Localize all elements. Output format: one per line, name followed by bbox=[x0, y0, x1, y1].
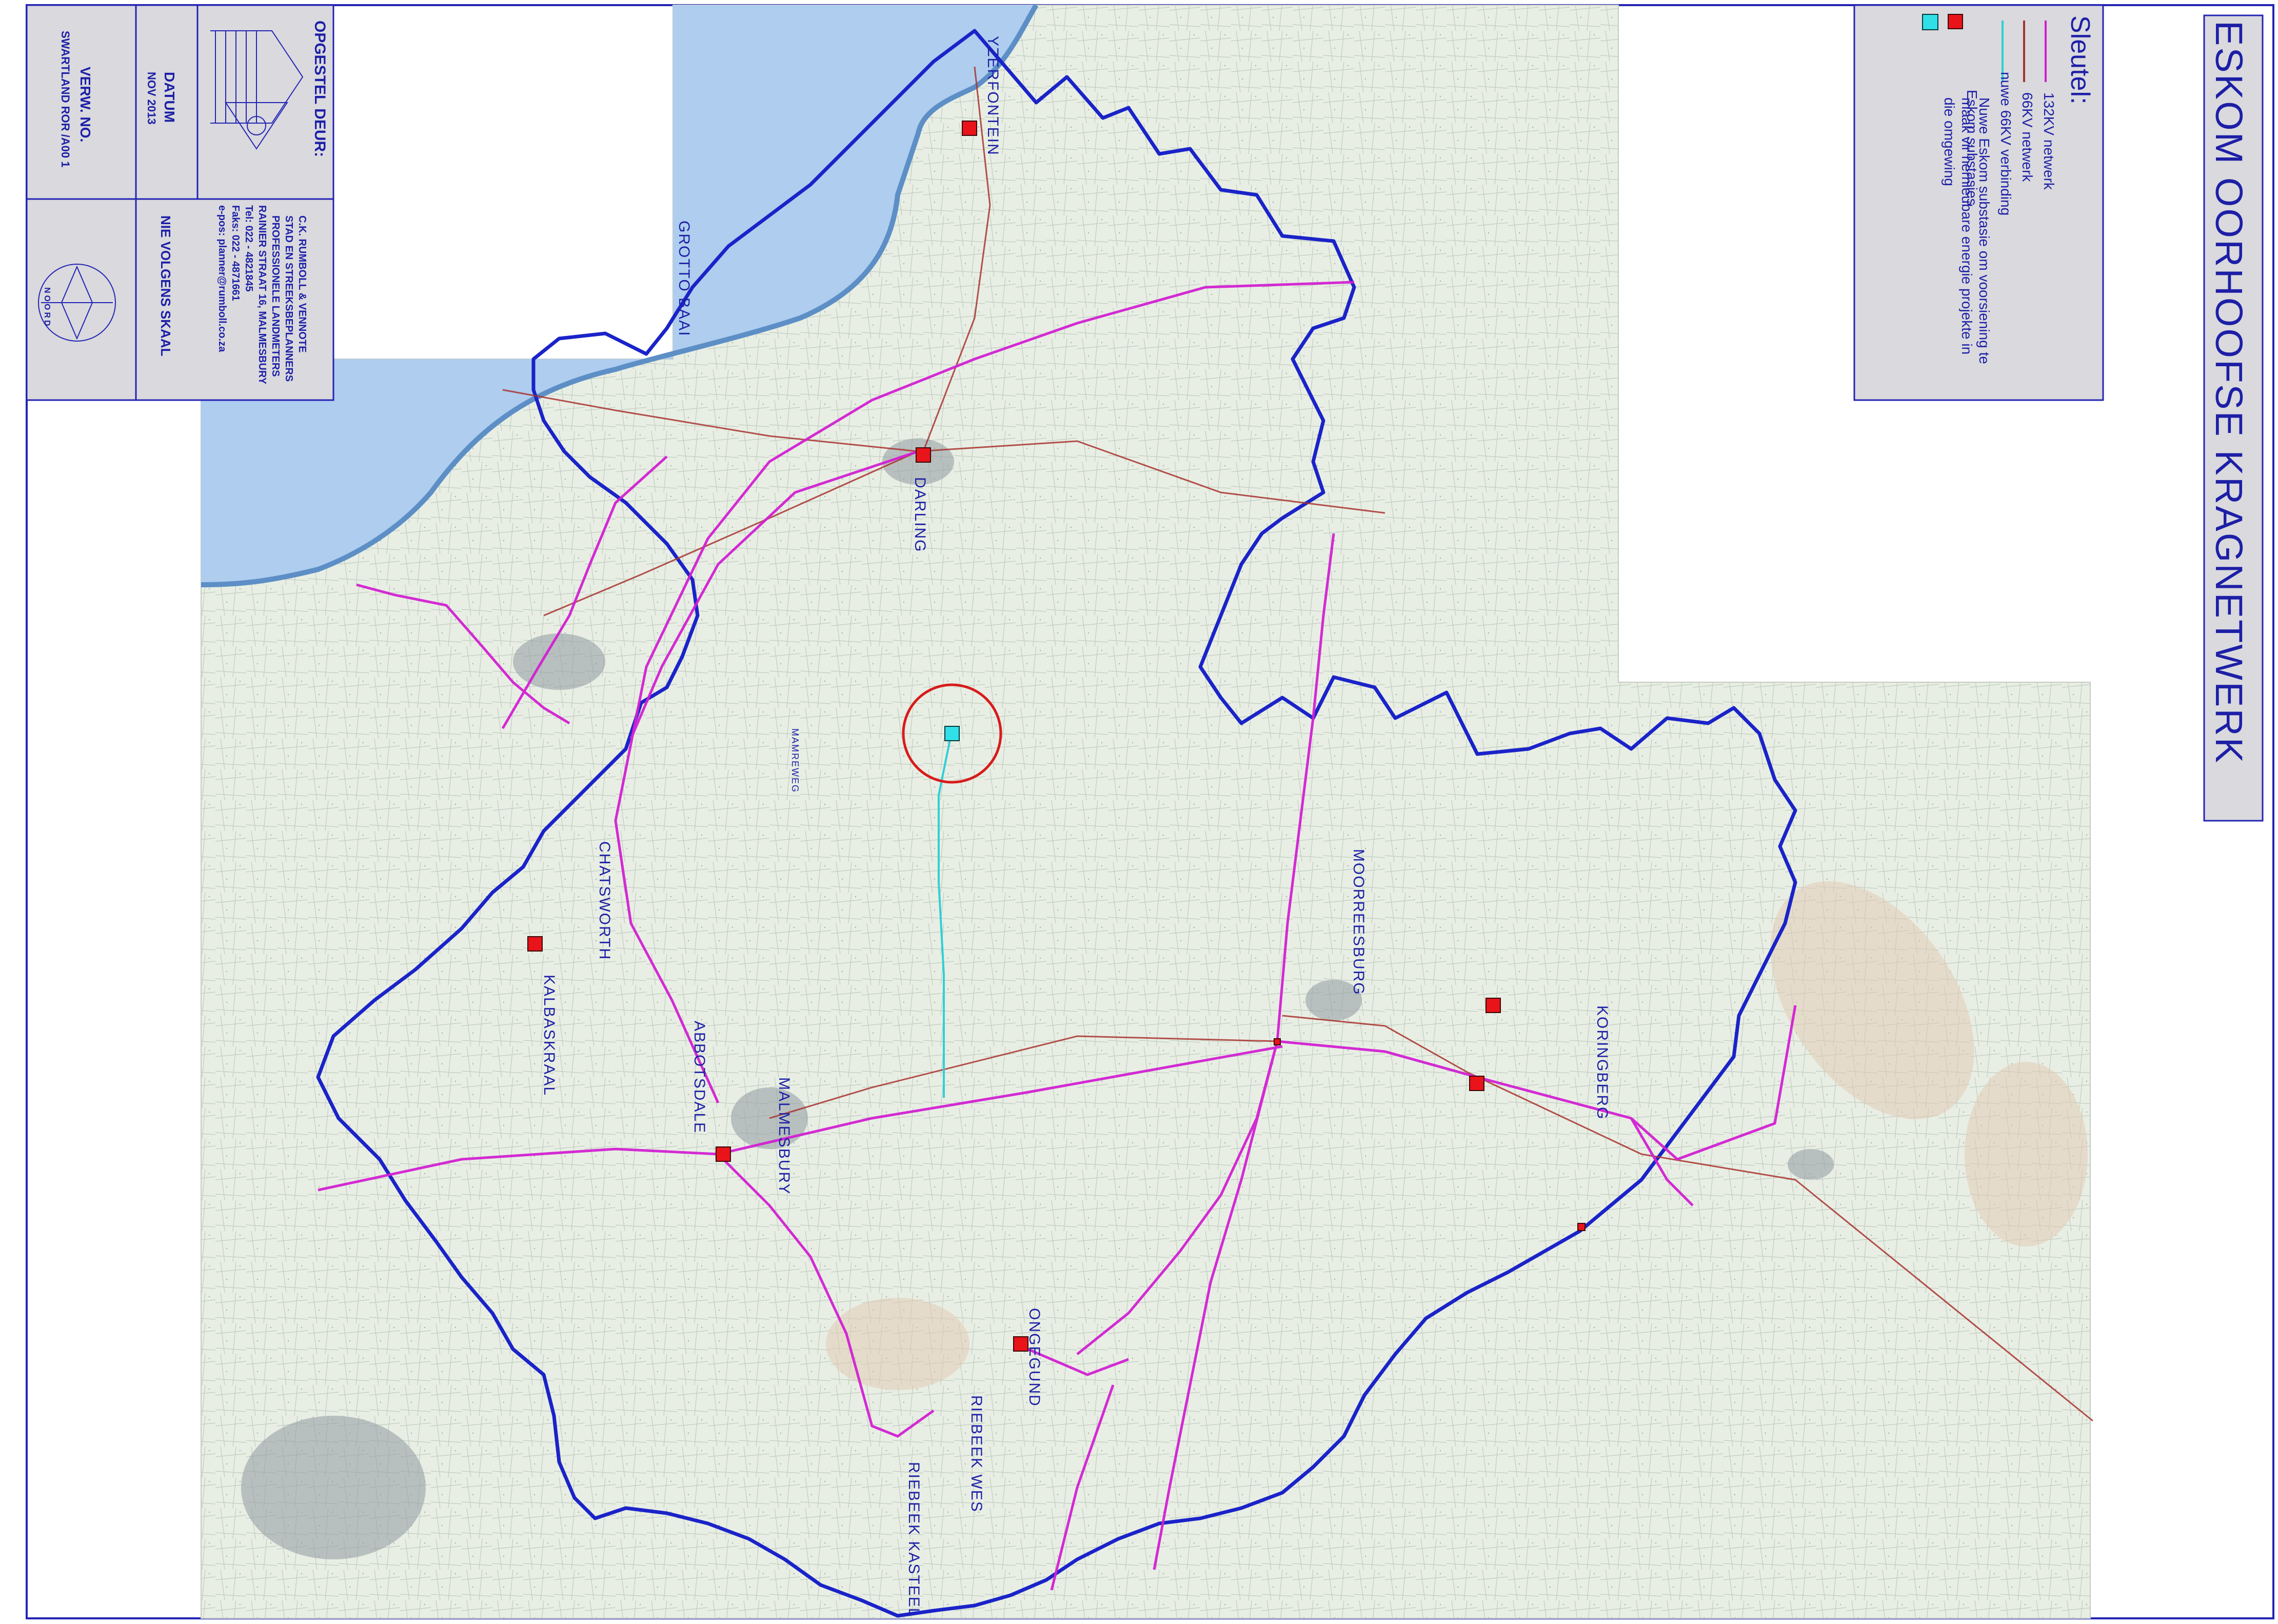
substation-moorreesburg-east[interactable] bbox=[1485, 998, 1501, 1013]
legend-label-132kv: 132KV netwerk bbox=[2041, 92, 2057, 190]
place-riebeek-kasteel: RIEBEEK KASTEEL bbox=[905, 1462, 922, 1618]
place-chatsworth: CHATSWORTH bbox=[596, 841, 613, 961]
legend-label-new-substation: Nuwe Eskom substasie om voorsiening te m… bbox=[1942, 97, 1992, 364]
firm-line-2: PROFESSIONELE LANDMETERS bbox=[270, 215, 281, 377]
firm-line-6: e-pos: planner@rumboll.co.za bbox=[216, 205, 228, 352]
road-mamreweg: MAMREWEG bbox=[790, 728, 800, 793]
place-moorreesburg: MOORREESBURG bbox=[1350, 849, 1367, 996]
place-riebeek-wes: RIEBEEK WES bbox=[968, 1395, 985, 1513]
place-darling: DARLING bbox=[912, 477, 928, 553]
substation-kalbaskraal[interactable] bbox=[527, 936, 543, 952]
legend-heading: Sleutel: bbox=[2065, 15, 2095, 105]
firm-line-5: Faks: 022 - 4871661 bbox=[230, 205, 241, 301]
firm-line-0: C.K. RUMBOLL & VENNOTE bbox=[296, 215, 308, 353]
legend-swatch-new-substation bbox=[1922, 14, 1938, 30]
substation-small-east[interactable] bbox=[1577, 1223, 1586, 1231]
substation-malmesbury[interactable] bbox=[716, 1146, 731, 1162]
page-title: ESKOM OORHOOFSE KRAGNETWERK bbox=[2208, 21, 2250, 765]
substation-small-central[interactable] bbox=[1274, 1038, 1281, 1045]
legend-swatch-substation bbox=[1948, 14, 1963, 29]
firm-line-1: STAD EN STREEKSBEPLANNERS bbox=[283, 215, 294, 382]
place-kalbaskraal: KALBASKRAAL bbox=[541, 975, 558, 1097]
place-grotto-baai: GROTTO BAAI bbox=[676, 221, 692, 337]
date-label: DATUM bbox=[162, 72, 177, 123]
town-ongegund bbox=[1788, 1149, 1834, 1180]
place-malmesbury: MALMESBURY bbox=[776, 1077, 793, 1195]
north-label: NOORD bbox=[43, 287, 51, 328]
firm-line-4: Tel: 022 - 4821845 bbox=[243, 205, 254, 292]
firm-line-3: RAINIER STRAAT 16, MALMESBURY bbox=[256, 205, 268, 384]
substation-koringberg[interactable] bbox=[1469, 1076, 1484, 1091]
scale-label: NIE VOLGENS SKAAL bbox=[158, 215, 173, 357]
legend-label-new-66kv: nuwe 66KV verbinding bbox=[1998, 72, 2014, 216]
place-yzerfontein: YZERFONTEIN bbox=[984, 36, 1001, 156]
map-sheet bbox=[26, 4, 2274, 1619]
substation-yzerfontein[interactable] bbox=[962, 121, 977, 136]
map-base bbox=[201, 4, 2091, 1619]
substation-darling[interactable] bbox=[916, 447, 931, 463]
place-koringberg: KORINGBERG bbox=[1594, 1005, 1611, 1120]
prepared-by-heading: OPGESTEL DEUR: bbox=[311, 21, 328, 157]
town-south bbox=[241, 1416, 426, 1559]
ref-value: SWARTLAND ROR /A00 1 bbox=[59, 31, 72, 168]
new-substation[interactable] bbox=[944, 726, 960, 741]
place-ongegund: ONGEGUND bbox=[1026, 1308, 1043, 1407]
town-atlantis bbox=[513, 633, 605, 690]
place-abbotsdale: ABBOTSDALE bbox=[691, 1021, 708, 1134]
date-value: NOV 2013 bbox=[145, 72, 158, 125]
ref-label: VERW. NO. bbox=[77, 67, 93, 143]
legend-label-66kv: 66KV netwerk bbox=[2019, 92, 2035, 182]
